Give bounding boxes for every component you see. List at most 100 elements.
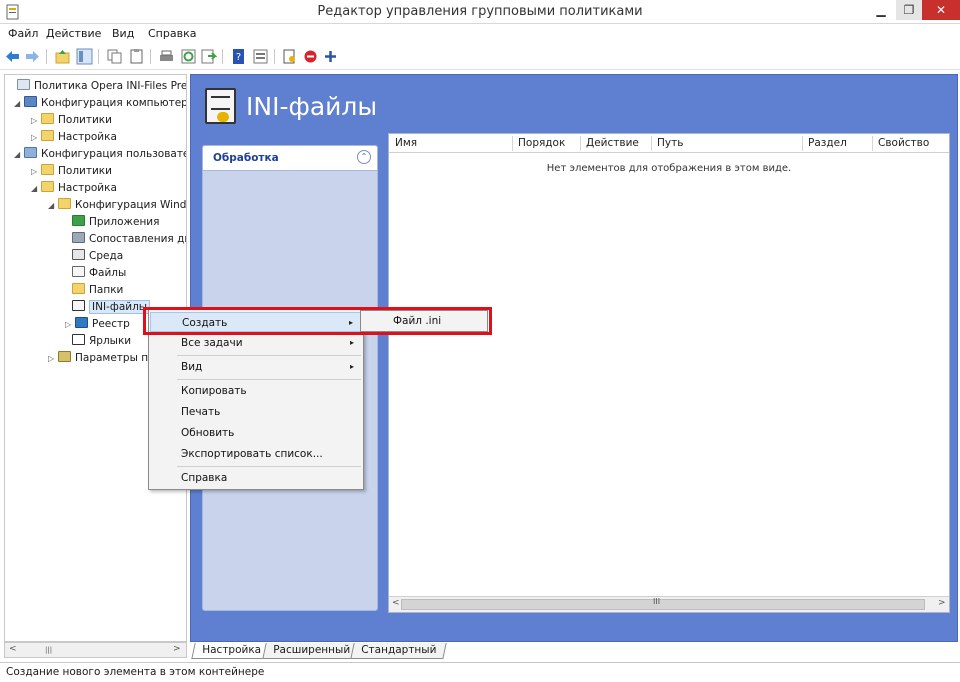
column-header-path[interactable]: Путь	[657, 137, 683, 149]
tree-node-ini-files[interactable]: INI-файлы	[72, 299, 151, 315]
expand-arrow-icon[interactable]: ▷	[31, 130, 41, 146]
user-icon	[24, 147, 37, 158]
tree-horizontal-scrollbar[interactable]: < ||| >	[4, 642, 187, 658]
column-divider[interactable]	[580, 136, 581, 151]
policy-icon	[17, 79, 30, 90]
collapse-chevron-icon[interactable]: ⌃	[357, 150, 371, 164]
toolbar-separator	[98, 49, 99, 64]
tree-node-registry[interactable]: ▷ Реестр	[65, 316, 130, 332]
back-icon[interactable]	[4, 48, 21, 65]
tab-extended[interactable]: Расширенный	[262, 643, 361, 659]
expand-arrow-icon[interactable]: ◢	[14, 96, 24, 112]
menu-item-help[interactable]: Справка	[150, 468, 362, 488]
folder-icon	[72, 283, 85, 294]
environment-icon	[72, 249, 85, 260]
help-icon[interactable]: ?	[230, 48, 247, 65]
ini-file-icon	[72, 300, 85, 311]
copy-icon[interactable]	[106, 48, 123, 65]
expand-arrow-icon[interactable]: ◢	[31, 181, 41, 197]
expand-arrow-icon[interactable]: ▷	[65, 317, 75, 333]
expand-arrow-icon[interactable]: ▷	[31, 164, 41, 180]
tree-node-folders[interactable]: Папки	[72, 282, 123, 298]
scroll-left-arrow[interactable]: <	[392, 598, 400, 608]
scroll-right-arrow[interactable]: >	[173, 644, 181, 654]
shortcut-icon	[72, 334, 85, 345]
up-folder-icon[interactable]	[54, 48, 71, 65]
export-icon[interactable]	[200, 48, 217, 65]
scroll-thumb[interactable]	[401, 599, 925, 610]
maximize-button[interactable]: ❐	[896, 0, 922, 20]
tree-node-shortcuts[interactable]: Ярлыки	[72, 333, 131, 349]
scroll-grip[interactable]: |||	[45, 646, 52, 654]
menu-separator	[177, 466, 361, 467]
tab-preferences[interactable]: Настройка	[191, 643, 272, 659]
folder-icon	[41, 130, 54, 141]
menu-item-copy[interactable]: Копировать	[150, 381, 362, 401]
tab-standard[interactable]: Стандартный	[350, 643, 447, 659]
print-icon[interactable]	[158, 48, 175, 65]
folder-icon	[41, 181, 54, 192]
title-bar: Редактор управления групповыми политикам…	[0, 0, 960, 24]
registry-icon	[75, 317, 88, 328]
column-divider[interactable]	[651, 136, 652, 151]
scroll-left-arrow[interactable]: <	[9, 644, 17, 654]
svg-text:?: ?	[236, 52, 241, 63]
column-header-name[interactable]: Имя	[395, 137, 417, 149]
minimize-button[interactable]: ▁	[868, 0, 894, 20]
status-text: Создание нового элемента в этом контейне…	[6, 666, 265, 678]
menu-bar: Файл Действие Вид Справка	[0, 24, 960, 44]
tree-node-windows-config[interactable]: ◢Конфигурация Windows	[48, 197, 186, 214]
column-header-property[interactable]: Свойство	[878, 137, 929, 149]
tree-node-computer-config[interactable]: ◢ Конфигурация компьютера	[14, 95, 186, 112]
tree-node-drive-maps[interactable]: Сопоставления дисков	[72, 231, 186, 247]
scroll-grip[interactable]: III	[653, 597, 660, 606]
expand-arrow-icon[interactable]: ◢	[48, 198, 58, 214]
column-header-action[interactable]: Действие	[586, 137, 639, 149]
add-icon[interactable]	[322, 48, 339, 65]
tree-node-computer-preferences[interactable]: ▷ Настройка	[31, 129, 117, 145]
page-title: INI-файлы	[246, 92, 378, 121]
tree-node-user-preferences[interactable]: ◢ Настройка	[31, 180, 117, 196]
folder-icon	[41, 113, 54, 124]
tree-node-applications[interactable]: Приложения	[72, 214, 159, 230]
column-header-order[interactable]: Порядок	[518, 137, 565, 149]
tree-node-environment[interactable]: Среда	[72, 248, 123, 264]
column-divider[interactable]	[802, 136, 803, 151]
menu-item-view[interactable]: Вид ▸	[150, 357, 362, 377]
menu-separator	[177, 355, 361, 356]
forward-icon[interactable]	[24, 48, 41, 65]
scroll-right-arrow[interactable]: >	[938, 598, 946, 608]
menu-item-print[interactable]: Печать	[150, 402, 362, 422]
menu-item-refresh[interactable]: Обновить	[150, 423, 362, 443]
column-divider[interactable]	[512, 136, 513, 151]
column-header-section[interactable]: Раздел	[808, 137, 847, 149]
menu-file[interactable]: Файл	[8, 27, 38, 40]
list-horizontal-scrollbar[interactable]: < III >	[389, 596, 949, 612]
show-hide-tree-icon[interactable]	[76, 48, 93, 65]
toolbar: ?	[0, 44, 960, 70]
column-divider[interactable]	[872, 136, 873, 151]
details-list[interactable]	[388, 133, 950, 613]
tree-node-policy-root[interactable]: Политика Opera INI-Files Prefs	[7, 78, 186, 94]
menu-item-all-tasks[interactable]: Все задачи ▸	[150, 333, 362, 353]
properties-icon[interactable]	[252, 48, 269, 65]
actions-panel-title[interactable]: Обработка	[213, 152, 279, 164]
refresh-icon[interactable]	[180, 48, 197, 65]
tree-node-user-config[interactable]: ◢ Конфигурация пользователя	[14, 146, 186, 163]
menu-help[interactable]: Справка	[148, 27, 196, 40]
new-item-icon[interactable]	[281, 48, 298, 65]
stop-icon[interactable]	[302, 48, 319, 65]
menu-item-export-list[interactable]: Экспортировать список...	[150, 444, 362, 464]
expand-arrow-icon[interactable]: ◢	[14, 147, 24, 163]
computer-icon	[24, 96, 37, 107]
menu-view[interactable]: Вид	[112, 27, 134, 40]
close-button[interactable]: ✕	[922, 0, 960, 20]
toolbar-separator	[222, 49, 223, 64]
tree-node-user-policies[interactable]: ▷ Политики	[31, 163, 112, 179]
tree-node-computer-policies[interactable]: ▷ Политики	[31, 112, 112, 128]
expand-arrow-icon[interactable]: ▷	[31, 113, 41, 129]
tree-node-files[interactable]: Файлы	[72, 265, 126, 281]
paste-icon[interactable]	[128, 48, 145, 65]
menu-action[interactable]: Действие	[46, 27, 101, 40]
expand-arrow-icon[interactable]: ▷	[48, 351, 58, 367]
